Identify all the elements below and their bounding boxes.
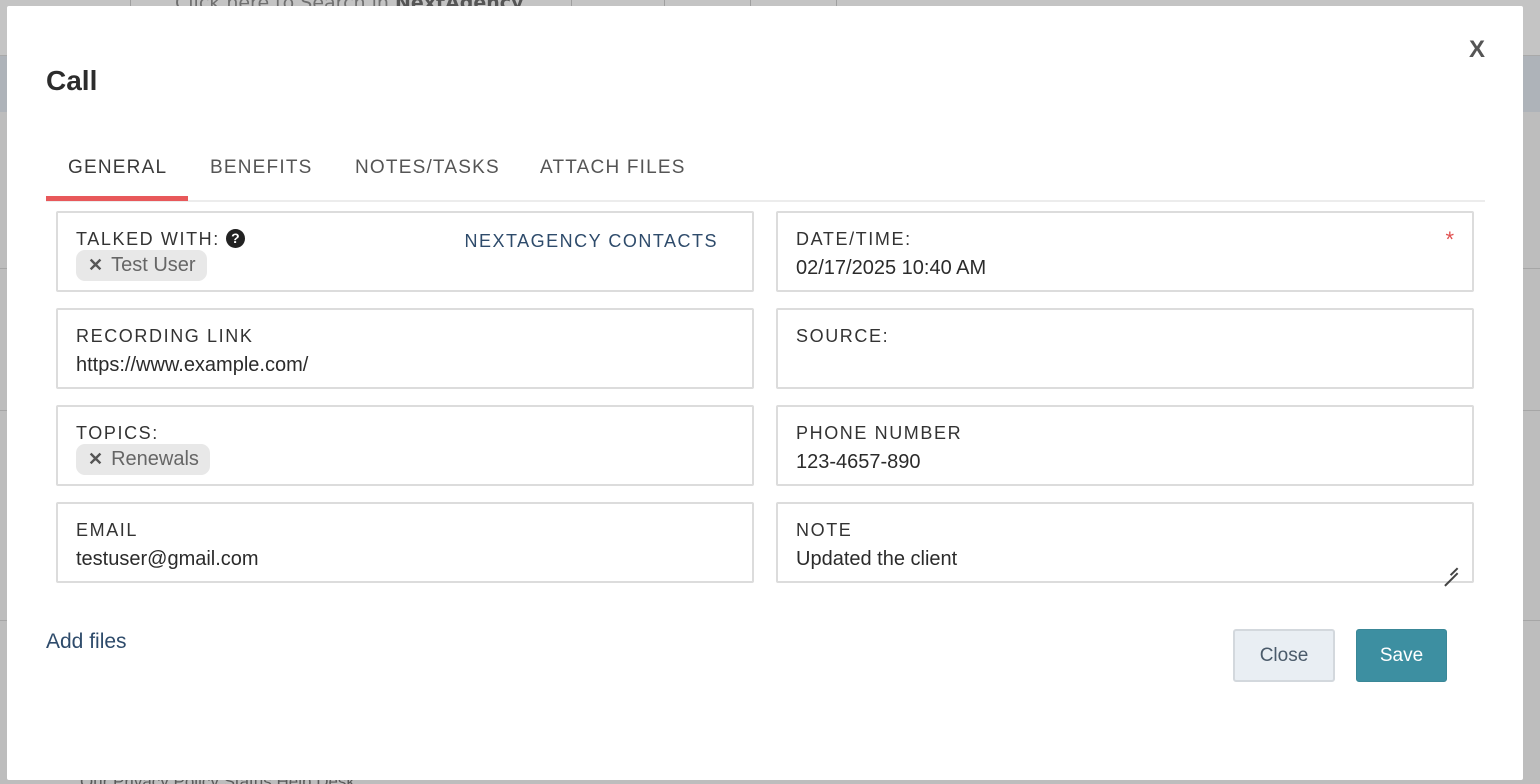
talked-with-label: TALKED WITH:? [76,229,245,250]
required-asterisk: * [1445,227,1454,252]
note-field[interactable]: NOTE Updated the client [776,502,1474,583]
email-label: EMAIL [76,520,139,540]
tab-benefits[interactable]: BENEFITS [210,146,313,202]
datetime-label: DATE/TIME: [796,229,912,249]
note-label: NOTE [796,520,853,540]
close-icon[interactable]: X [1469,36,1485,64]
recording-link-value[interactable]: https://www.example.com/ [76,354,308,377]
talked-with-label-text: TALKED WITH: [76,229,220,249]
topics-label: TOPICS: [76,423,159,443]
note-value[interactable]: Updated the client [796,548,957,571]
call-dialog: X Call GENERAL BENEFITS NOTES/TASKS ATTA… [7,6,1523,780]
tab-notes-tasks[interactable]: NOTES/TASKS [355,146,500,202]
nextagency-contacts-link[interactable]: NEXTAGENCY CONTACTS [464,231,718,252]
email-field[interactable]: EMAIL testuser@gmail.com [56,502,754,583]
add-files-link[interactable]: Add files [46,630,127,654]
help-icon[interactable]: ? [225,229,245,248]
phone-number-value[interactable]: 123-4657-890 [796,451,921,474]
recording-link-field[interactable]: RECORDING LINK https://www.example.com/ [56,308,754,389]
topic-chip: ✕ Renewals [76,444,210,475]
save-button[interactable]: Save [1356,629,1447,682]
chip-label: Test User [111,254,196,276]
source-field[interactable]: SOURCE: [776,308,1474,389]
tab-bar: GENERAL BENEFITS NOTES/TASKS ATTACH FILE… [46,146,1485,202]
resize-handle-icon[interactable] [1444,559,1458,573]
phone-number-field[interactable]: PHONE NUMBER 123-4657-890 [776,405,1474,486]
talked-with-field[interactable]: TALKED WITH:? NEXTAGENCY CONTACTS ✕ Test … [56,211,754,292]
remove-chip-icon[interactable]: ✕ [88,444,103,475]
datetime-value[interactable]: 02/17/2025 10:40 AM [796,257,986,280]
source-label: SOURCE: [796,326,890,346]
datetime-field[interactable]: DATE/TIME: * 02/17/2025 10:40 AM [776,211,1474,292]
tab-general[interactable]: GENERAL [68,146,167,202]
close-button[interactable]: Close [1233,629,1335,682]
active-tab-indicator [46,196,188,201]
dialog-title: Call [46,65,98,96]
phone-number-label: PHONE NUMBER [796,423,963,443]
tab-attach-files[interactable]: ATTACH FILES [540,146,686,202]
recording-link-label: RECORDING LINK [76,326,254,346]
contact-chip: ✕ Test User [76,250,207,281]
email-value[interactable]: testuser@gmail.com [76,548,259,571]
remove-chip-icon[interactable]: ✕ [88,250,103,281]
chip-label: Renewals [111,448,199,470]
topics-field[interactable]: TOPICS: ✕ Renewals [56,405,754,486]
